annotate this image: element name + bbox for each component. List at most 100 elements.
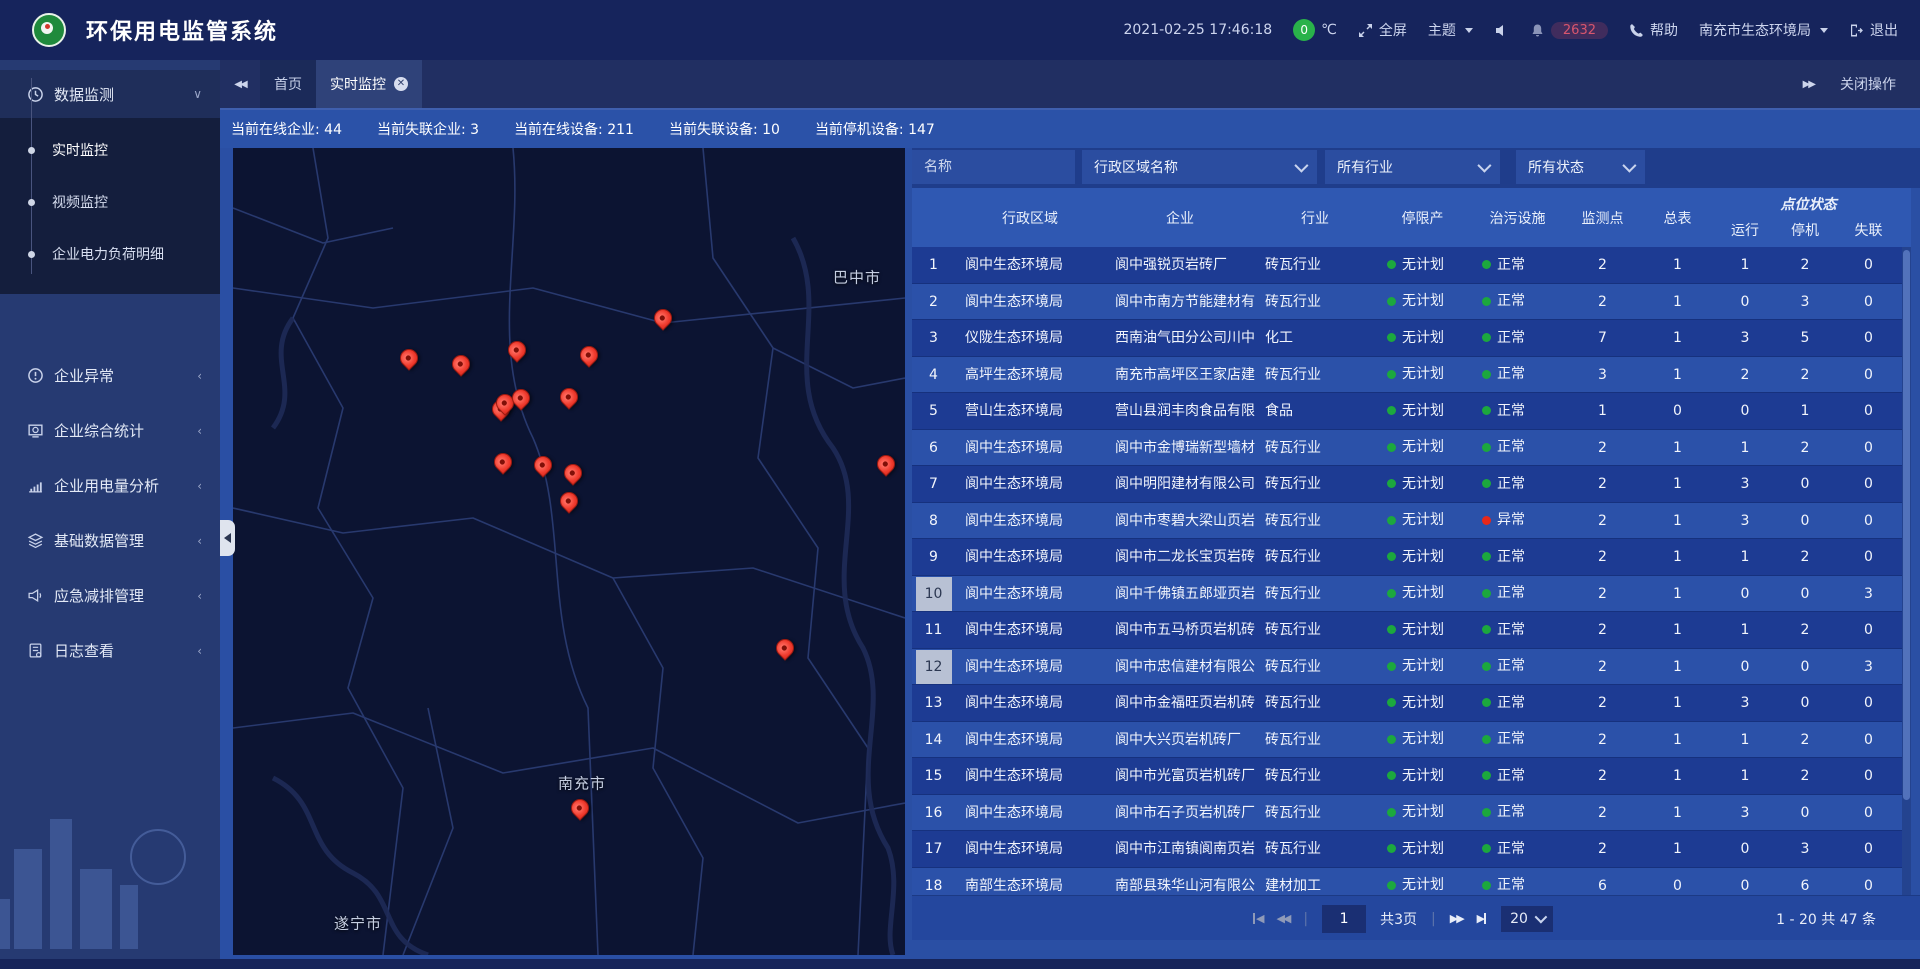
scrollbar-thumb[interactable]: [1903, 250, 1910, 800]
table-scrollbar[interactable]: [1902, 247, 1911, 895]
cell-stop-status: 无计划: [1375, 393, 1470, 429]
cell-run-count: 0: [1715, 393, 1775, 429]
sidebar-item-0[interactable]: 实时监控: [0, 124, 220, 176]
row-index: 2: [912, 284, 955, 320]
cell-monitor-count: 2: [1565, 503, 1640, 539]
table-row[interactable]: 15 阆中生态环境局 阆中市光富页岩机砖厂 砖瓦行业 无计划 正常 2 1 1 …: [912, 758, 1911, 795]
sidebar-group-1[interactable]: 企业异常 ‹: [0, 348, 220, 403]
cell-monitor-count: 2: [1565, 284, 1640, 320]
status-dot-icon: [1482, 260, 1491, 269]
table-row[interactable]: 2 阆中生态环境局 阆中市南方节能建材有 砖瓦行业 无计划 正常 2 1 0 3…: [912, 284, 1911, 321]
table-row[interactable]: 4 高坪生态环境局 南充市高坪区王家店建 砖瓦行业 无计划 正常 3 1 2 2…: [912, 357, 1911, 394]
table-row[interactable]: 17 阆中生态环境局 阆中市江南镇阆南页岩 砖瓦行业 无计划 正常 2 1 0 …: [912, 831, 1911, 868]
cell-stop-status: 无计划: [1375, 503, 1470, 539]
cell-lost-count: 0: [1835, 795, 1902, 831]
last-page-button[interactable]: ▶: [1477, 912, 1487, 925]
table-row[interactable]: 14 阆中生态环境局 阆中大兴页岩机砖厂 砖瓦行业 无计划 正常 2 1 1 2…: [912, 722, 1911, 759]
cell-halt-count: 2: [1775, 357, 1835, 393]
sidebar-menu: 数据监测 ∨ 实时监控 视频监控 企业电力负荷明细 企业异常 ‹ 企业综合统计 …: [0, 60, 220, 294]
cell-stop-status: 无计划: [1375, 612, 1470, 648]
table-row[interactable]: 13 阆中生态环境局 阆中市金福旺页岩机砖 砖瓦行业 无计划 正常 2 1 3 …: [912, 685, 1911, 722]
table-row[interactable]: 18 南部生态环境局 南部县珠华山河有限公 建材加工 无计划 正常 6 0 0 …: [912, 868, 1911, 896]
cell-monitor-count: 2: [1565, 649, 1640, 685]
cell-facility-status: 正常: [1470, 576, 1565, 612]
fullscreen-button[interactable]: 全屏: [1358, 20, 1407, 40]
table-row[interactable]: 6 阆中生态环境局 阆中市金博瑞新型墙材 砖瓦行业 无计划 正常 2 1 1 2…: [912, 430, 1911, 467]
industry-filter-select[interactable]: 所有行业: [1325, 150, 1500, 184]
mute-button[interactable]: [1494, 23, 1509, 38]
cell-company: 阆中市枣碧大梁山页岩: [1105, 503, 1255, 539]
temperature-unit: ℃: [1321, 22, 1337, 38]
cell-lost-count: 3: [1835, 576, 1902, 612]
status-dot-icon: [1482, 808, 1491, 817]
cell-run-count: 3: [1715, 795, 1775, 831]
tab-1[interactable]: 实时监控 ✕: [316, 60, 422, 108]
cell-halt-count: 2: [1775, 430, 1835, 466]
next-page-button[interactable]: ▶▶: [1450, 912, 1463, 925]
table-row[interactable]: 16 阆中生态环境局 阆中市石子页岩机砖厂 砖瓦行业 无计划 正常 2 1 3 …: [912, 795, 1911, 832]
page-size-select[interactable]: 20: [1501, 906, 1553, 932]
table-row[interactable]: 3 仪陇生态环境局 西南油气田分公司川中 化工 无计划 正常 7 1 3 5 0: [912, 320, 1911, 357]
name-filter-input[interactable]: [912, 150, 1075, 184]
sidebar-group-3[interactable]: 企业用电量分析 ‹: [0, 458, 220, 513]
cell-facility-status: 正常: [1470, 868, 1565, 896]
chevron-left-icon: ‹: [197, 479, 202, 493]
table-row[interactable]: 12 阆中生态环境局 阆中市忠信建材有限公 砖瓦行业 无计划 正常 2 1 0 …: [912, 649, 1911, 686]
sidebar-group-5[interactable]: 应急减排管理 ‹: [0, 568, 220, 623]
cell-industry: 砖瓦行业: [1255, 284, 1375, 320]
bell-icon: [1530, 23, 1545, 38]
cell-industry: 砖瓦行业: [1255, 247, 1375, 283]
first-page-button[interactable]: ◀: [1252, 912, 1262, 925]
cell-region: 营山生态环境局: [955, 393, 1105, 429]
cell-industry: 化工: [1255, 320, 1375, 356]
row-index: 13: [912, 685, 955, 721]
sidebar-group-2[interactable]: 企业综合统计 ‹: [0, 403, 220, 458]
table-row[interactable]: 9 阆中生态环境局 阆中市二龙长宝页岩砖 砖瓦行业 无计划 正常 2 1 1 2…: [912, 539, 1911, 576]
region-filter-select[interactable]: 行政区域名称: [1082, 150, 1317, 184]
cell-meter-count: 1: [1640, 430, 1715, 466]
cell-lost-count: 0: [1835, 357, 1902, 393]
tabs-scroll-right-icon[interactable]: ▶▶: [1803, 79, 1814, 90]
cell-meter-count: 1: [1640, 539, 1715, 575]
col-region: 行政区域: [1002, 208, 1058, 228]
cell-company: 阆中大兴页岩机砖厂: [1105, 722, 1255, 758]
app-header: 环保用电监管系统 2021-02-25 17:46:18 0 ℃ 全屏 主题 2…: [0, 0, 1920, 60]
notification-count-badge: 2632: [1551, 22, 1608, 39]
status-dot-icon: [1387, 370, 1396, 379]
sidebar-item-2[interactable]: 企业电力负荷明细: [0, 228, 220, 280]
org-dropdown[interactable]: 南充市生态环境局: [1699, 20, 1828, 40]
theme-dropdown[interactable]: 主题: [1428, 20, 1473, 40]
close-operations-button[interactable]: 关闭操作: [1840, 74, 1896, 94]
sidebar-group-6[interactable]: 日志查看 ‹: [0, 623, 220, 678]
table-row[interactable]: 8 阆中生态环境局 阆中市枣碧大梁山页岩 砖瓦行业 无计划 异常 2 1 3 0…: [912, 503, 1911, 540]
cell-region: 阆中生态环境局: [955, 758, 1105, 794]
sidebar-group-4[interactable]: 基础数据管理 ‹: [0, 513, 220, 568]
table-row[interactable]: 1 阆中生态环境局 阆中强锐页岩砖厂 砖瓦行业 无计划 正常 2 1 1 2 0: [912, 247, 1911, 284]
table-row[interactable]: 11 阆中生态环境局 阆中市五马桥页岩机砖 砖瓦行业 无计划 正常 2 1 1 …: [912, 612, 1911, 649]
sidebar-group-list: 企业异常 ‹ 企业综合统计 ‹ 企业用电量分析 ‹ 基础数据管理 ‹ 应急减排管…: [0, 348, 220, 678]
tabs-scroll-left-icon[interactable]: ◀◀: [220, 60, 260, 108]
table-row[interactable]: 5 营山生态环境局 营山县润丰肉食品有限 食品 无计划 正常 1 0 0 1 0: [912, 393, 1911, 430]
sidebar-collapse-handle[interactable]: [220, 520, 235, 556]
close-icon[interactable]: ✕: [394, 77, 408, 91]
logout-button[interactable]: 退出: [1849, 20, 1898, 40]
cell-company: 阆中市光富页岩机砖厂: [1105, 758, 1255, 794]
map-panel[interactable]: 巴中市南充市遂宁市: [233, 148, 905, 955]
notification-widget[interactable]: 2632: [1530, 22, 1608, 39]
table-row[interactable]: 7 阆中生态环境局 阆中明阳建材有限公司 砖瓦行业 无计划 正常 2 1 3 0…: [912, 466, 1911, 503]
table-row[interactable]: 10 阆中生态环境局 阆中千佛镇五郎垭页岩 砖瓦行业 无计划 正常 2 1 0 …: [912, 576, 1911, 613]
cell-meter-count: 1: [1640, 357, 1715, 393]
sidebar-item-1[interactable]: 视频监控: [0, 176, 220, 228]
cell-industry: 砖瓦行业: [1255, 466, 1375, 502]
cell-monitor-count: 7: [1565, 320, 1640, 356]
cell-stop-status: 无计划: [1375, 357, 1470, 393]
sidebar-group-0[interactable]: 数据监测 ∨: [0, 70, 220, 118]
cell-region: 阆中生态环境局: [955, 576, 1105, 612]
sidebar-item-label: 实时监控: [52, 140, 108, 160]
page-number-input[interactable]: [1322, 905, 1366, 933]
help-button[interactable]: 帮助: [1629, 20, 1678, 40]
prev-page-button[interactable]: ◀◀: [1276, 912, 1289, 925]
status-filter-select[interactable]: 所有状态: [1516, 150, 1645, 184]
tab-0[interactable]: 首页: [260, 60, 316, 108]
cell-run-count: 0: [1715, 649, 1775, 685]
